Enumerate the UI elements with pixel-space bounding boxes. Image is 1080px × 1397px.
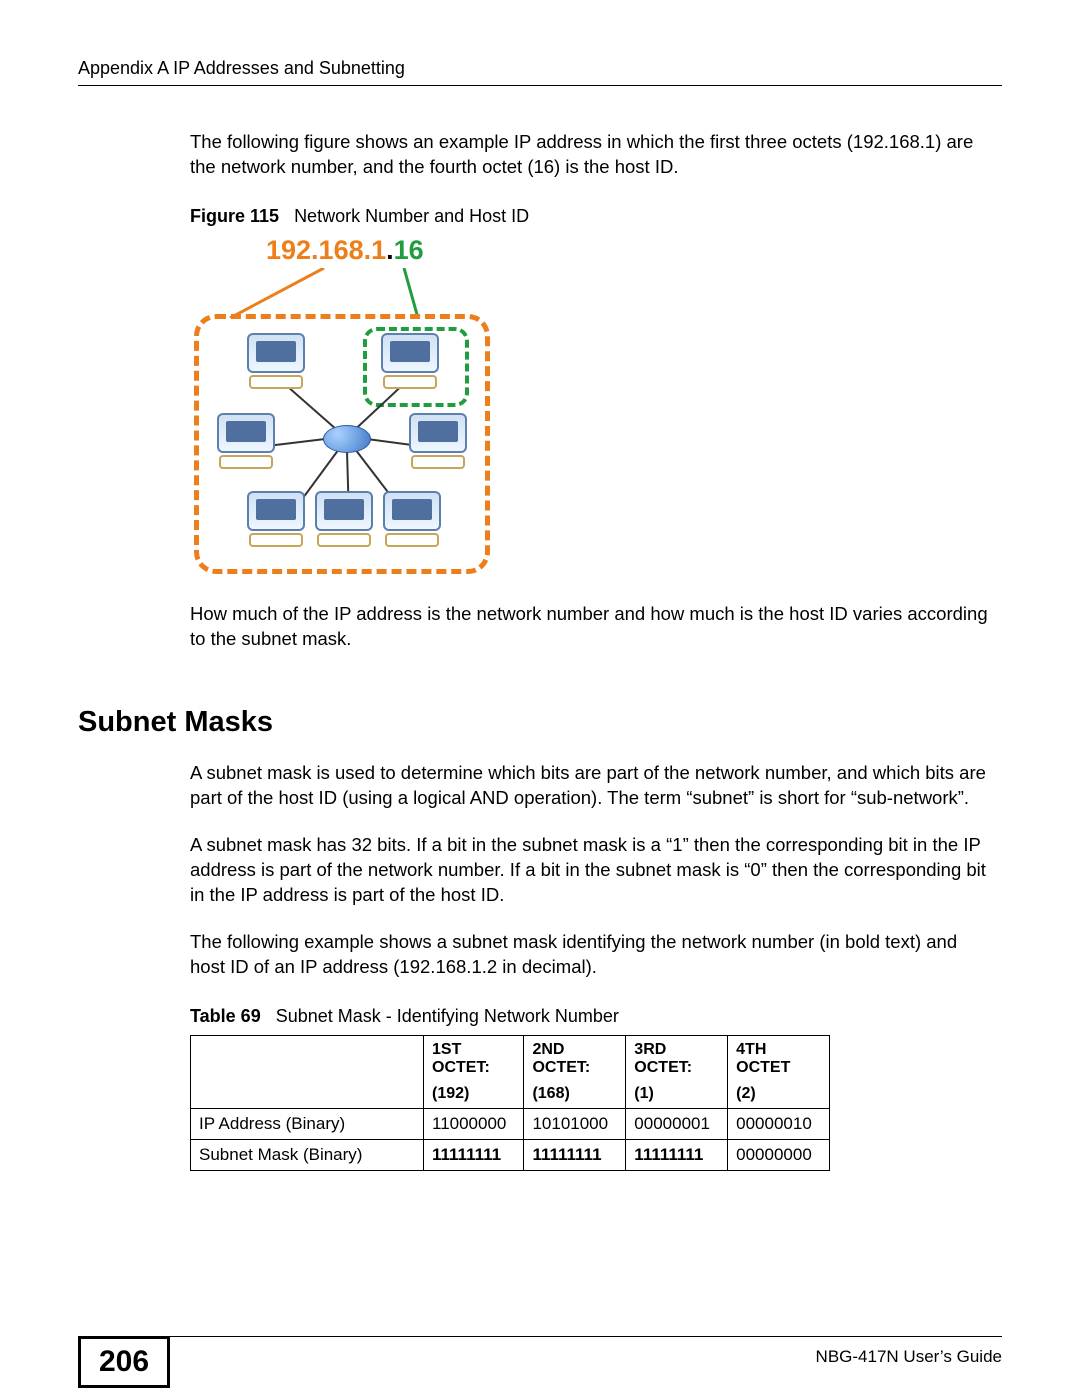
row-label: Subnet Mask (Binary) [191,1139,424,1170]
computer-icon [377,333,443,389]
table-header-col4: 4TH OCTET (2) [728,1035,830,1108]
computer-icon [243,333,309,389]
col-line1: 1ST [432,1041,515,1059]
col-sub: (192) [432,1085,515,1103]
col-sub: (168) [532,1085,617,1103]
cell: 00000010 [728,1108,830,1139]
ip-dot: . [386,235,394,265]
intro-paragraph: The following figure shows an example IP… [190,130,994,180]
table-caption: Table 69 Subnet Mask - Identifying Netwo… [190,1006,994,1027]
col-line2: OCTET [736,1059,821,1077]
paragraph-subnet-def: A subnet mask is used to determine which… [190,761,994,811]
table-header-blank [191,1035,424,1108]
computer-icon [311,491,377,547]
table-header-col2: 2ND OCTET: (168) [524,1035,626,1108]
guide-title: NBG-417N User’s Guide [816,1347,1002,1367]
figure-network-host: 192.168.1.16 [194,235,504,574]
col-line2: OCTET: [532,1059,617,1077]
cell: 11111111 [424,1139,524,1170]
table-subnet-mask: 1ST OCTET: (192) 2ND OCTET: (168) 3RD OC… [190,1035,830,1171]
col-sub: (2) [736,1085,821,1103]
col-line1: 4TH [736,1041,821,1059]
col-sub: (1) [634,1085,719,1103]
table-header-col3: 3RD OCTET: (1) [626,1035,728,1108]
table-header-row: 1ST OCTET: (192) 2ND OCTET: (168) 3RD OC… [191,1035,830,1108]
ip-network-part: 192.168.1 [266,235,386,265]
figure-caption: Figure 115 Network Number and Host ID [190,206,994,227]
table-body: IP Address (Binary) 11000000 10101000 00… [191,1108,830,1170]
ip-host-part: 16 [394,235,424,265]
col-line1: 3RD [634,1041,719,1059]
figure-title: Network Number and Host ID [294,206,529,226]
paragraph-subnet-bits: A subnet mask has 32 bits. If a bit in t… [190,833,994,908]
network-outline [194,314,490,574]
cell: 11111111 [626,1139,728,1170]
col-line1: 2ND [532,1041,617,1059]
table-row: IP Address (Binary) 11000000 10101000 00… [191,1108,830,1139]
computer-icon [213,413,279,469]
computer-icon [405,413,471,469]
cell: 11000000 [424,1108,524,1139]
after-figure-paragraph: How much of the IP address is the networ… [190,602,994,652]
table-row: Subnet Mask (Binary) 11111111 11111111 1… [191,1139,830,1170]
router-icon [323,425,371,453]
cell: 00000000 [728,1139,830,1170]
computer-icon [243,491,309,547]
computer-icon [379,491,445,547]
paragraph-subnet-example: The following example shows a subnet mas… [190,930,994,980]
figure-label: Figure 115 [190,206,279,226]
cell: 00000001 [626,1108,728,1139]
cell: 11111111 [524,1139,626,1170]
table-label: Table 69 [190,1006,261,1026]
page: Appendix A IP Addresses and Subnetting T… [0,0,1080,1397]
col-line2: OCTET: [634,1059,719,1077]
section-heading-subnet-masks: Subnet Masks [78,706,994,739]
ip-address-label: 192.168.1.16 [266,235,504,266]
page-number: 206 [78,1336,170,1388]
table-header-col1: 1ST OCTET: (192) [424,1035,524,1108]
table-title: Subnet Mask - Identifying Network Number [276,1006,619,1026]
page-footer: 206 NBG-417N User’s Guide [78,1336,1002,1337]
cell: 10101000 [524,1108,626,1139]
body-column: The following figure shows an example IP… [190,130,994,1171]
col-line2: OCTET: [432,1059,515,1077]
leader-lines [194,268,504,314]
running-head: Appendix A IP Addresses and Subnetting [78,58,1002,86]
row-label: IP Address (Binary) [191,1108,424,1139]
